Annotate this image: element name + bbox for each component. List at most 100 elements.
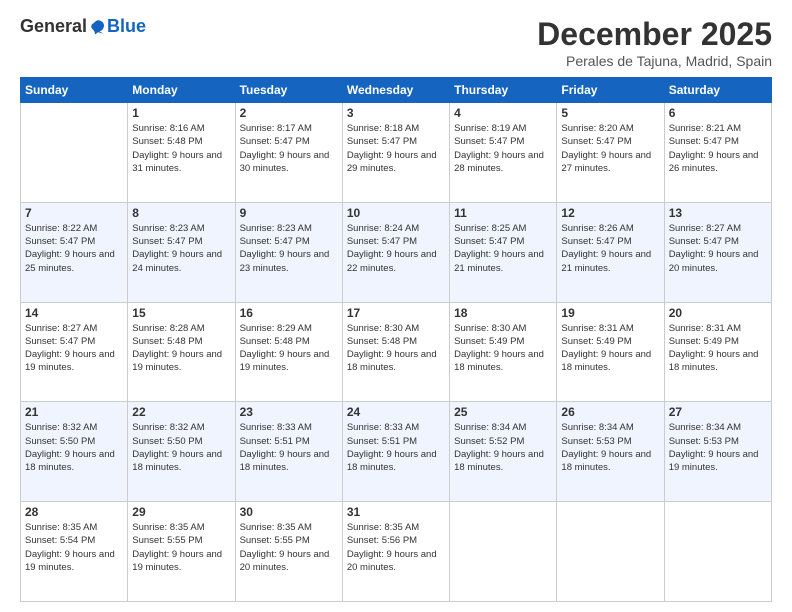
day-cell: 10Sunrise: 8:24 AMSunset: 5:47 PMDayligh… [342, 202, 449, 302]
title-block: December 2025 Perales de Tajuna, Madrid,… [537, 16, 772, 69]
day-info: Sunrise: 8:18 AMSunset: 5:47 PMDaylight:… [347, 122, 445, 175]
day-cell: 25 Sunrise: 8:34 AMSunset: 5:52 PMDayligh… [450, 402, 557, 502]
day-cell: 17Sunrise: 8:30 AMSunset: 5:48 PMDayligh… [342, 302, 449, 402]
header: General Blue December 2025 Perales de Ta… [20, 16, 772, 69]
weekday-header-tuesday: Tuesday [235, 78, 342, 103]
day-info: Sunrise: 8:27 AMSunset: 5:47 PMDaylight:… [669, 222, 767, 275]
day-cell: 2Sunrise: 8:17 AMSunset: 5:47 PMDaylight… [235, 103, 342, 203]
day-cell: 5 Sunrise: 8:20 AMSunset: 5:47 PMDaylight… [557, 103, 664, 203]
week-row-4: 21 Sunrise: 8:32 AMSunset: 5:50 PMDayligh… [21, 402, 772, 502]
day-cell: 15 Sunrise: 8:28 AMSunset: 5:48 PMDayligh… [128, 302, 235, 402]
day-info: Sunrise: 8:32 AMSunset: 5:50 PMDaylight:… [25, 421, 123, 474]
day-info: Sunrise: 8:35 AMSunset: 5:55 PMDaylight:… [132, 521, 230, 574]
day-info: Sunrise: 8:29 AMSunset: 5:48 PMDaylight:… [240, 322, 338, 375]
day-cell [557, 502, 664, 602]
weekday-header-monday: Monday [128, 78, 235, 103]
logo-general-text: General [20, 16, 87, 37]
weekday-header-thursday: Thursday [450, 78, 557, 103]
day-cell: 7Sunrise: 8:22 AMSunset: 5:47 PMDaylight… [21, 202, 128, 302]
page: General Blue December 2025 Perales de Ta… [0, 0, 792, 612]
day-cell: 13 Sunrise: 8:27 AMSunset: 5:47 PMDayligh… [664, 202, 771, 302]
day-number: 26 [561, 405, 659, 419]
weekday-header-sunday: Sunday [21, 78, 128, 103]
day-cell: 8 Sunrise: 8:23 AMSunset: 5:47 PMDaylight… [128, 202, 235, 302]
day-info: Sunrise: 8:19 AMSunset: 5:47 PMDaylight:… [454, 122, 552, 175]
day-number: 19 [561, 306, 659, 320]
day-info: Sunrise: 8:35 AMSunset: 5:55 PMDaylight:… [240, 521, 338, 574]
day-number: 22 [132, 405, 230, 419]
day-number: 12 [561, 206, 659, 220]
week-row-3: 14Sunrise: 8:27 AMSunset: 5:47 PMDayligh… [21, 302, 772, 402]
day-cell: 31 Sunrise: 8:35 AMSunset: 5:56 PMDayligh… [342, 502, 449, 602]
day-cell: 20Sunrise: 8:31 AMSunset: 5:49 PMDayligh… [664, 302, 771, 402]
day-cell: 1 Sunrise: 8:16 AMSunset: 5:48 PMDaylight… [128, 103, 235, 203]
day-number: 25 [454, 405, 552, 419]
day-number: 28 [25, 505, 123, 519]
day-cell: 27Sunrise: 8:34 AMSunset: 5:53 PMDayligh… [664, 402, 771, 502]
day-cell: 16 Sunrise: 8:29 AMSunset: 5:48 PMDayligh… [235, 302, 342, 402]
day-number: 17 [347, 306, 445, 320]
day-info: Sunrise: 8:31 AMSunset: 5:49 PMDaylight:… [561, 322, 659, 375]
day-info: Sunrise: 8:35 AMSunset: 5:56 PMDaylight:… [347, 521, 445, 574]
logo-blue-text: Blue [107, 16, 146, 37]
logo: General Blue [20, 16, 146, 37]
day-cell: 19 Sunrise: 8:31 AMSunset: 5:49 PMDayligh… [557, 302, 664, 402]
day-number: 30 [240, 505, 338, 519]
day-info: Sunrise: 8:24 AMSunset: 5:47 PMDaylight:… [347, 222, 445, 275]
day-info: Sunrise: 8:35 AMSunset: 5:54 PMDaylight:… [25, 521, 123, 574]
day-number: 15 [132, 306, 230, 320]
day-info: Sunrise: 8:23 AMSunset: 5:47 PMDaylight:… [132, 222, 230, 275]
day-cell: 21 Sunrise: 8:32 AMSunset: 5:50 PMDayligh… [21, 402, 128, 502]
day-cell: 22 Sunrise: 8:32 AMSunset: 5:50 PMDayligh… [128, 402, 235, 502]
day-cell [21, 103, 128, 203]
day-cell: 18 Sunrise: 8:30 AMSunset: 5:49 PMDayligh… [450, 302, 557, 402]
day-info: Sunrise: 8:32 AMSunset: 5:50 PMDaylight:… [132, 421, 230, 474]
day-number: 16 [240, 306, 338, 320]
day-cell: 24Sunrise: 8:33 AMSunset: 5:51 PMDayligh… [342, 402, 449, 502]
location: Perales de Tajuna, Madrid, Spain [537, 53, 772, 69]
day-number: 4 [454, 106, 552, 120]
day-info: Sunrise: 8:27 AMSunset: 5:47 PMDaylight:… [25, 322, 123, 375]
day-number: 20 [669, 306, 767, 320]
day-cell: 28 Sunrise: 8:35 AMSunset: 5:54 PMDayligh… [21, 502, 128, 602]
day-info: Sunrise: 8:34 AMSunset: 5:52 PMDaylight:… [454, 421, 552, 474]
day-number: 2 [240, 106, 338, 120]
day-number: 29 [132, 505, 230, 519]
day-number: 13 [669, 206, 767, 220]
weekday-header-wednesday: Wednesday [342, 78, 449, 103]
weekday-header-friday: Friday [557, 78, 664, 103]
day-info: Sunrise: 8:21 AMSunset: 5:47 PMDaylight:… [669, 122, 767, 175]
day-cell: 23 Sunrise: 8:33 AMSunset: 5:51 PMDayligh… [235, 402, 342, 502]
day-number: 11 [454, 206, 552, 220]
day-number: 5 [561, 106, 659, 120]
day-info: Sunrise: 8:26 AMSunset: 5:47 PMDaylight:… [561, 222, 659, 275]
day-number: 27 [669, 405, 767, 419]
logo-bird-icon [89, 18, 107, 36]
day-info: Sunrise: 8:30 AMSunset: 5:49 PMDaylight:… [454, 322, 552, 375]
day-number: 8 [132, 206, 230, 220]
day-number: 1 [132, 106, 230, 120]
day-number: 23 [240, 405, 338, 419]
week-row-2: 7Sunrise: 8:22 AMSunset: 5:47 PMDaylight… [21, 202, 772, 302]
day-cell: 12 Sunrise: 8:26 AMSunset: 5:47 PMDayligh… [557, 202, 664, 302]
weekday-header-row: SundayMondayTuesdayWednesdayThursdayFrid… [21, 78, 772, 103]
day-cell: 4 Sunrise: 8:19 AMSunset: 5:47 PMDaylight… [450, 103, 557, 203]
day-info: Sunrise: 8:16 AMSunset: 5:48 PMDaylight:… [132, 122, 230, 175]
day-cell: 26Sunrise: 8:34 AMSunset: 5:53 PMDayligh… [557, 402, 664, 502]
calendar-table: SundayMondayTuesdayWednesdayThursdayFrid… [20, 77, 772, 602]
day-info: Sunrise: 8:20 AMSunset: 5:47 PMDaylight:… [561, 122, 659, 175]
day-info: Sunrise: 8:33 AMSunset: 5:51 PMDaylight:… [240, 421, 338, 474]
day-number: 31 [347, 505, 445, 519]
day-info: Sunrise: 8:33 AMSunset: 5:51 PMDaylight:… [347, 421, 445, 474]
day-info: Sunrise: 8:23 AMSunset: 5:47 PMDaylight:… [240, 222, 338, 275]
day-cell: 29 Sunrise: 8:35 AMSunset: 5:55 PMDayligh… [128, 502, 235, 602]
week-row-5: 28 Sunrise: 8:35 AMSunset: 5:54 PMDayligh… [21, 502, 772, 602]
day-info: Sunrise: 8:28 AMSunset: 5:48 PMDaylight:… [132, 322, 230, 375]
month-title: December 2025 [537, 16, 772, 53]
day-number: 21 [25, 405, 123, 419]
day-number: 18 [454, 306, 552, 320]
day-number: 7 [25, 206, 123, 220]
day-cell: 9Sunrise: 8:23 AMSunset: 5:47 PMDaylight… [235, 202, 342, 302]
weekday-header-saturday: Saturday [664, 78, 771, 103]
day-cell: 6Sunrise: 8:21 AMSunset: 5:47 PMDaylight… [664, 103, 771, 203]
